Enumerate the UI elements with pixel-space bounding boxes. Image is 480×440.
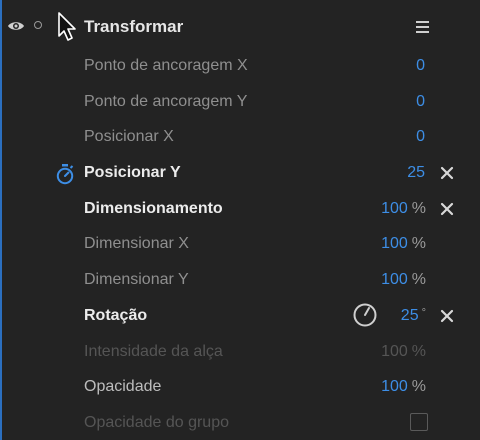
transform-panel: Transformar Ponto de ancoragem X 0 Ponto… bbox=[0, 0, 480, 440]
stopwatch-icon[interactable] bbox=[55, 163, 75, 185]
rotation-dial-icon[interactable] bbox=[352, 302, 378, 328]
property-label: Ponto de ancoragem Y bbox=[84, 93, 248, 110]
property-value[interactable]: 100% bbox=[381, 235, 426, 253]
property-row-scale-x: Dimensionar X 100% bbox=[0, 229, 480, 259]
property-value[interactable]: 100% bbox=[381, 271, 426, 289]
property-value[interactable]: 0 bbox=[416, 57, 425, 75]
property-row-scale: Dimensionamento 100% bbox=[0, 194, 480, 224]
eye-icon[interactable] bbox=[7, 19, 25, 33]
property-row-anchor-x: Ponto de ancoragem X 0 bbox=[0, 51, 480, 81]
property-value[interactable]: 100% bbox=[381, 200, 426, 218]
property-label: Dimensionar Y bbox=[84, 271, 189, 288]
property-label: Rotação bbox=[84, 307, 148, 324]
section-title: Transformar bbox=[84, 17, 184, 36]
property-row-handle-intensity: Intensidade da alça 100% bbox=[0, 337, 480, 367]
transform-header[interactable]: Transformar bbox=[0, 10, 480, 44]
reset-icon[interactable] bbox=[440, 202, 454, 216]
property-value: 100% bbox=[381, 343, 426, 360]
property-row-opacity: Opacidade 100% bbox=[0, 372, 480, 402]
property-label: Ponto de ancoragem X bbox=[84, 57, 248, 74]
property-label: Posicionar Y bbox=[84, 164, 181, 181]
property-row-position-x: Posicionar X 0 bbox=[0, 122, 480, 152]
group-opacity-checkbox[interactable] bbox=[410, 413, 428, 431]
property-label: Intensidade da alça bbox=[84, 343, 223, 360]
property-value[interactable]: 25 bbox=[407, 164, 425, 182]
property-label: Dimensionamento bbox=[84, 200, 223, 217]
reset-icon[interactable] bbox=[440, 166, 454, 180]
property-label: Opacidade do grupo bbox=[84, 414, 229, 431]
property-label: Dimensionar X bbox=[84, 235, 189, 252]
menu-icon[interactable] bbox=[416, 21, 429, 33]
property-value[interactable]: 25 ° bbox=[401, 307, 426, 325]
property-value[interactable]: 0 bbox=[416, 93, 425, 111]
property-value[interactable]: 0 bbox=[416, 128, 425, 146]
reset-icon[interactable] bbox=[440, 309, 454, 323]
property-label: Posicionar X bbox=[84, 128, 174, 145]
property-row-group-opacity: Opacidade do grupo bbox=[0, 408, 480, 438]
property-row-position-y: Posicionar Y 25 bbox=[0, 158, 480, 188]
property-value[interactable]: 100% bbox=[381, 378, 426, 396]
dot-icon[interactable] bbox=[34, 21, 42, 29]
cursor-icon bbox=[58, 12, 76, 41]
property-label: Opacidade bbox=[84, 378, 162, 395]
property-row-anchor-y: Ponto de ancoragem Y 0 bbox=[0, 87, 480, 117]
property-row-rotation: Rotação 25 ° bbox=[0, 301, 480, 331]
property-row-scale-y: Dimensionar Y 100% bbox=[0, 265, 480, 295]
